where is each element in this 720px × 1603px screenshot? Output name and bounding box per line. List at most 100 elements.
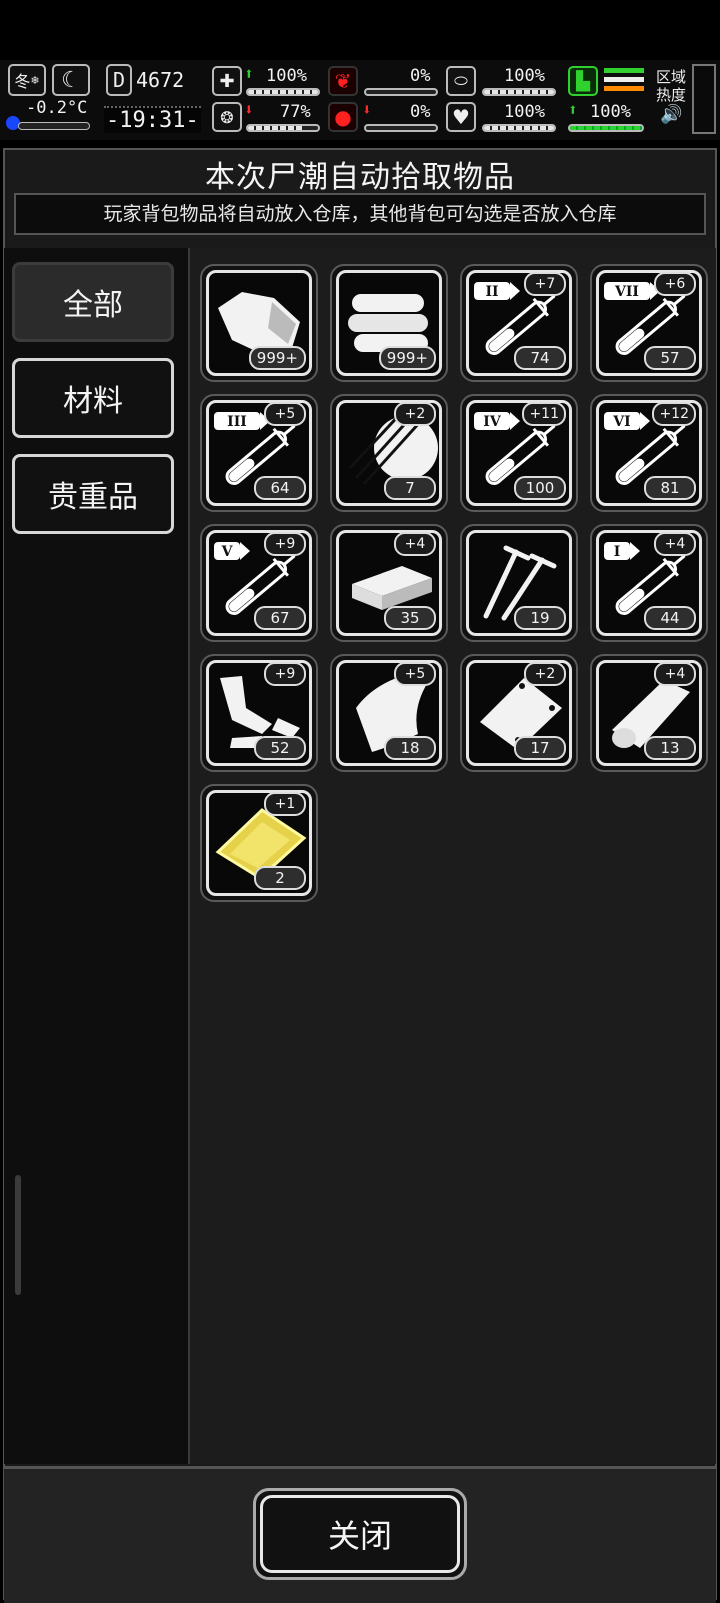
item-slot[interactable]: 999+ <box>330 264 448 382</box>
item-count: 999+ <box>248 346 306 370</box>
medkit-icon: ✚ <box>212 66 242 96</box>
zone-heat-label: 区域热度 <box>656 68 687 104</box>
day-icon: D <box>106 64 132 96</box>
item-count: 2 <box>254 866 306 890</box>
item-slot[interactable]: II +7 74 <box>460 264 578 382</box>
item-count: 52 <box>254 736 306 760</box>
speaker-icon[interactable]: 🔊 <box>660 104 682 125</box>
stamina-bar <box>482 88 556 96</box>
bonus-badge: +5 <box>394 662 436 686</box>
item-slot[interactable]: +5 18 <box>330 654 448 772</box>
heart-bar <box>482 124 556 132</box>
tab-valuables[interactable]: 贵重品 <box>12 454 174 534</box>
clock: -19:31- <box>104 106 201 133</box>
svg-text:III: III <box>227 414 247 430</box>
item-slot[interactable]: +4 35 <box>330 524 448 642</box>
bonus-badge: +9 <box>264 662 306 686</box>
moon-icon: ☾ <box>52 64 90 96</box>
bonus-badge: +12 <box>652 402 696 426</box>
close-button[interactable]: 关闭 <box>253 1488 467 1580</box>
tab-label: 全部 <box>63 288 123 323</box>
item-count: 67 <box>254 606 306 630</box>
bonus-badge: +5 <box>264 402 306 426</box>
item-slot[interactable]: +1 2 <box>200 784 318 902</box>
brain-icon: ❂ <box>212 102 242 132</box>
item-slot[interactable]: I +4 44 <box>590 524 708 642</box>
bonus-badge: +7 <box>524 272 566 296</box>
item-count: 57 <box>644 346 696 370</box>
item-count: 64 <box>254 476 306 500</box>
bonus-badge: +9 <box>264 532 306 556</box>
hunger-value: 0% <box>410 66 431 86</box>
bonus-badge: +6 <box>654 272 696 296</box>
item-count: 44 <box>644 606 696 630</box>
mood-bar <box>246 124 320 132</box>
status-bar: 冬 ❄ ☾ -0.2°C D 4672 -19:31- ✚ ⬆ 100% ❂ ⬇ … <box>0 60 720 140</box>
tab-all[interactable]: 全部 <box>12 262 174 342</box>
speed-stripes <box>604 68 644 96</box>
speed-value: 100% <box>590 102 631 122</box>
temperature-value: -0.2°C <box>26 98 88 118</box>
item-count: 17 <box>514 736 566 760</box>
item-count: 999+ <box>378 346 436 370</box>
dialog-notice: 玩家背包物品将自动放入仓库，其他背包可勾选是否放入仓库 <box>14 193 706 235</box>
item-slot[interactable]: III +5 64 <box>200 394 318 512</box>
tab-label: 材料 <box>63 384 123 419</box>
speed-bar <box>568 124 644 132</box>
item-count: 19 <box>514 606 566 630</box>
item-slot[interactable]: 19 <box>460 524 578 642</box>
blood-bar <box>364 124 438 132</box>
svg-text:VI: VI <box>612 414 630 430</box>
item-slot[interactable]: +2 17 <box>460 654 578 772</box>
health-value: 100% <box>266 66 307 86</box>
arrow-up-icon: ⬆ <box>568 100 578 119</box>
arrow-down-icon: ⬇ <box>362 100 372 119</box>
temperature-bar <box>18 122 90 130</box>
zone-heat-meter <box>692 64 716 134</box>
blood-drop-icon: ● <box>328 102 358 132</box>
tab-materials[interactable]: 材料 <box>12 358 174 438</box>
bonus-badge: +2 <box>394 402 436 426</box>
svg-text:II: II <box>485 284 498 300</box>
item-slot[interactable]: V +9 67 <box>200 524 318 642</box>
mood-value: 77% <box>280 102 311 122</box>
heart-value: 100% <box>504 102 545 122</box>
health-bar <box>246 88 320 96</box>
hunger-bar <box>364 88 438 96</box>
bonus-badge: +4 <box>394 532 436 556</box>
svg-text:V: V <box>221 544 234 560</box>
item-slot[interactable]: IV +11 100 <box>460 394 578 512</box>
stomach-icon: ❦ <box>328 66 358 96</box>
bonus-badge: +2 <box>524 662 566 686</box>
item-slot[interactable]: VI +12 81 <box>590 394 708 512</box>
item-slot[interactable]: VII +6 57 <box>590 264 708 382</box>
bonus-badge: +11 <box>522 402 566 426</box>
boot-icon: ▙ <box>568 66 598 96</box>
item-count: 35 <box>384 606 436 630</box>
arrow-down-icon: ⬇ <box>244 100 254 119</box>
item-slot[interactable]: +2 7 <box>330 394 448 512</box>
sidebar-scrollbar[interactable] <box>15 1175 21 1295</box>
pill-icon: ⬭ <box>446 66 476 96</box>
svg-text:VII: VII <box>614 284 639 300</box>
bonus-badge: +4 <box>654 662 696 686</box>
tab-label: 贵重品 <box>48 480 138 515</box>
season-label: 冬 <box>14 72 31 91</box>
day-counter: 4672 <box>136 68 185 92</box>
item-count: 81 <box>644 476 696 500</box>
close-label: 关闭 <box>260 1495 460 1573</box>
svg-text:I: I <box>614 544 621 560</box>
blood-value: 0% <box>410 102 431 122</box>
heart-icon: ♥ <box>446 102 476 132</box>
arrow-up-icon: ⬆ <box>244 64 254 83</box>
svg-text:IV: IV <box>483 414 502 430</box>
item-count: 74 <box>514 346 566 370</box>
dialog-title: 本次尸潮自动拾取物品 <box>205 160 515 195</box>
item-count: 100 <box>514 476 566 500</box>
bonus-badge: +1 <box>264 792 306 816</box>
item-count: 7 <box>384 476 436 500</box>
item-slot[interactable]: +9 52 <box>200 654 318 772</box>
item-slot[interactable]: +4 13 <box>590 654 708 772</box>
item-slot[interactable]: 999+ <box>200 264 318 382</box>
item-count: 18 <box>384 736 436 760</box>
